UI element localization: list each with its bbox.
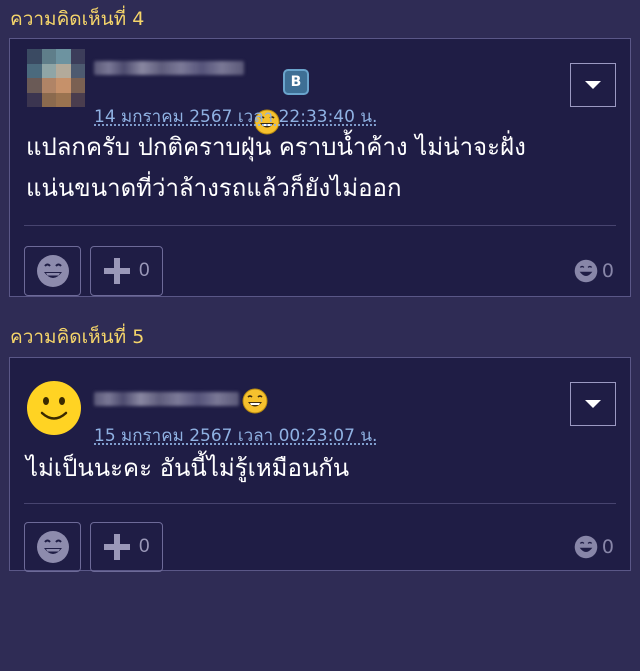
comment-card: B 14 มกราคม 2567 เวลา 22:33:40 น. แปลกคร… bbox=[9, 38, 631, 297]
comment-actions: 0 0 bbox=[10, 226, 630, 296]
plus-count: 0 bbox=[139, 260, 150, 281]
comment-actions: 0 0 bbox=[10, 504, 630, 572]
comment-5: ความคิดเห็นที่ 5 15 มกราคม 2567 เวลา 00:… bbox=[0, 307, 640, 572]
plus-vote-button[interactable]: 0 bbox=[90, 522, 163, 572]
comment-body: แปลกครับ ปกติคราบฝุ่น คราบน้ำค้าง ไม่น่า… bbox=[10, 127, 630, 225]
emoji-smile-icon bbox=[574, 535, 598, 559]
comment-body-line: ไม่เป็นนะคะ อันนี้ไม่รู้เหมือนกัน bbox=[26, 454, 350, 482]
comment-header: B 14 มกราคม 2567 เวลา 22:33:40 น. bbox=[10, 39, 630, 135]
comment-card: 15 มกราคม 2567 เวลา 00:23:07 น. ไม่เป็นน… bbox=[9, 357, 631, 572]
react-emoji-button[interactable] bbox=[24, 246, 81, 296]
chevron-down-icon bbox=[585, 81, 601, 89]
comment-timestamp[interactable]: 15 มกราคม 2567 เวลา 00:23:07 น. bbox=[94, 422, 377, 449]
reaction-count: 0 bbox=[601, 260, 614, 282]
username-blurred[interactable] bbox=[94, 392, 239, 406]
chevron-down-icon bbox=[585, 400, 601, 408]
reaction-total[interactable]: 0 bbox=[574, 259, 614, 283]
reaction-total[interactable]: 0 bbox=[574, 535, 614, 559]
comment-heading: ความคิดเห็นที่ 5 bbox=[10, 326, 145, 348]
blogger-badge-icon: B bbox=[283, 69, 309, 95]
emoji-smile-icon bbox=[36, 255, 69, 287]
plus-count: 0 bbox=[139, 536, 150, 557]
smiley-avatar-icon[interactable] bbox=[26, 380, 82, 436]
comment-menu-button[interactable] bbox=[570, 63, 616, 107]
plus-icon bbox=[104, 258, 130, 284]
plus-icon bbox=[104, 534, 130, 560]
comment-body-line: แน่นขนาดที่ว่าล้างรถแล้วก็ยังไม่ออก bbox=[26, 174, 402, 202]
react-emoji-button[interactable] bbox=[24, 522, 81, 572]
avatar[interactable] bbox=[27, 49, 85, 107]
emoji-smile-icon bbox=[574, 259, 598, 283]
username-blurred[interactable] bbox=[94, 61, 244, 75]
plus-vote-button[interactable]: 0 bbox=[90, 246, 163, 296]
emoji-smile-icon bbox=[36, 531, 69, 563]
comment-header: 15 มกราคม 2567 เวลา 00:23:07 น. bbox=[10, 358, 630, 446]
comment-timestamp[interactable]: 14 มกราคม 2567 เวลา 22:33:40 น. bbox=[94, 103, 377, 130]
comment-body-line: แปลกครับ ปกติคราบฝุ่น คราบน้ำค้าง ไม่น่า… bbox=[26, 133, 526, 161]
reaction-count: 0 bbox=[601, 536, 614, 558]
laughing-emoji-icon bbox=[242, 388, 268, 414]
comment-heading: ความคิดเห็นที่ 4 bbox=[10, 8, 145, 30]
comment-menu-button[interactable] bbox=[570, 382, 616, 426]
comment-body: ไม่เป็นนะคะ อันนี้ไม่รู้เหมือนกัน bbox=[10, 446, 630, 503]
comment-4: ความคิดเห็นที่ 4 B 14 มกราคม 2567 เวลา 2… bbox=[0, 0, 640, 297]
